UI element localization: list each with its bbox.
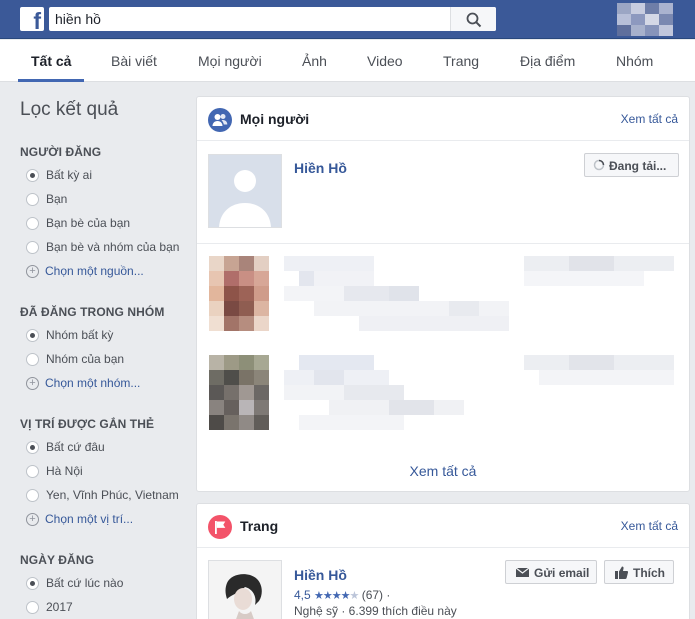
page-subtitle: Nghệ sỹ · 6.399 thích điều này [294, 604, 457, 618]
filter-title: Lọc kết quả [20, 99, 119, 120]
card-header: Mọi người Xem tất cả [197, 97, 689, 141]
radio-icon [26, 241, 39, 254]
radio-selected-icon [26, 329, 39, 342]
like-page-button[interactable]: Thích [604, 560, 674, 584]
tab-videos[interactable]: Video [367, 53, 403, 69]
tab-groups[interactable]: Nhóm [616, 53, 653, 69]
default-avatar-icon [219, 170, 271, 227]
search-button[interactable] [450, 7, 496, 31]
pages-results-card: Trang Xem tất cả Hiền Hồ 4,5 ★★★★★ (67) … [196, 503, 690, 619]
radio-icon [26, 489, 39, 502]
send-email-button[interactable]: Gửi email [505, 560, 597, 584]
plus-icon: + [26, 265, 39, 278]
radio-selected-icon [26, 441, 39, 454]
see-all-people-bottom-link[interactable]: Xem tất cả [197, 463, 689, 479]
filter-section-heading: VỊ TRÍ ĐƯỢC GẮN THẺ [20, 417, 155, 431]
rating-value: 4,5 [294, 588, 311, 602]
filter-section-heading: NGÀY ĐĂNG [20, 553, 95, 567]
spinner-icon [593, 159, 605, 171]
see-all-pages-link[interactable]: Xem tất cả [621, 519, 678, 533]
flag-icon [208, 515, 232, 539]
radio-icon [26, 353, 39, 366]
envelope-icon [516, 568, 529, 577]
loading-button[interactable]: Đang tải... [584, 153, 679, 177]
search-icon [466, 12, 482, 28]
radio-icon [26, 465, 39, 478]
filter-sidebar: Lọc kết quả NGƯỜI ĐĂNG Bất kỳ ai Bạn Bạn… [20, 99, 180, 614]
tab-places[interactable]: Địa điểm [520, 53, 575, 69]
search-tabs: Tất cả Bài viết Mọi người Ảnh Video Tran… [0, 40, 695, 82]
review-count: (67) · [361, 588, 391, 602]
radio-icon [26, 217, 39, 230]
card-title: Mọi người [240, 111, 310, 127]
facebook-logo-icon[interactable]: f [20, 7, 44, 34]
thumbs-up-icon [615, 566, 628, 579]
blurred-result [197, 343, 689, 443]
page-name-link[interactable]: Hiền Hồ [294, 567, 347, 583]
radio-icon [26, 601, 39, 614]
people-results-card: Mọi người Xem tất cả Hiền Hồ Đang tải...… [196, 96, 690, 492]
search-box [49, 7, 496, 31]
tab-pages[interactable]: Trang [443, 53, 479, 69]
blurred-result [197, 243, 689, 343]
page-profile-picture[interactable] [208, 560, 282, 619]
filter-section-heading: NGƯỜI ĐĂNG [20, 145, 102, 159]
filter-section-heading: ĐÃ ĐĂNG TRONG NHÓM [20, 305, 165, 319]
top-bar: f [0, 0, 695, 39]
plus-icon: + [26, 377, 39, 390]
tab-people[interactable]: Mọi người [198, 53, 262, 69]
tab-posts[interactable]: Bài viết [111, 53, 157, 69]
person-name-link[interactable]: Hiền Hồ [294, 160, 347, 176]
see-all-people-link[interactable]: Xem tất cả [621, 112, 678, 126]
radio-icon [26, 193, 39, 206]
radio-selected-icon [26, 169, 39, 182]
card-title: Trang [240, 518, 279, 534]
radio-selected-icon [26, 577, 39, 590]
tab-all[interactable]: Tất cả [31, 53, 71, 69]
tab-photos[interactable]: Ảnh [302, 53, 327, 69]
page-rating: 4,5 ★★★★★ (67) · [294, 588, 390, 602]
profile-avatar[interactable] [617, 3, 673, 36]
people-icon [208, 108, 232, 132]
star-rating-icon: ★★★★★ [314, 590, 359, 602]
card-header: Trang Xem tất cả [197, 504, 689, 548]
page-photo-icon [209, 561, 281, 619]
plus-icon: + [26, 513, 39, 526]
active-tab-indicator [18, 79, 84, 82]
profile-picture[interactable] [208, 154, 282, 228]
search-input[interactable] [55, 10, 445, 28]
